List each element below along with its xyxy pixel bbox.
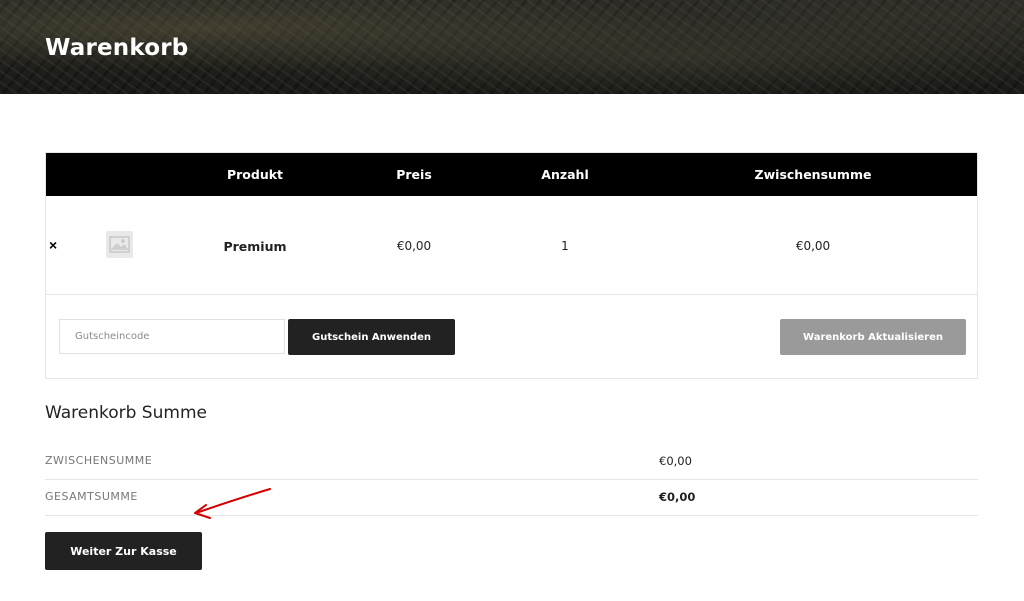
image-placeholder-icon (109, 236, 130, 253)
cart-actions: Gutschein Anwenden Warenkorb Aktualisier… (46, 295, 977, 380)
cart-item-row: × Premium €0,00 1 €0,00 (46, 196, 977, 295)
product-subtotal: €0,00 (795, 239, 831, 253)
proceed-to-checkout-button[interactable]: Weiter Zur Kasse (45, 532, 202, 570)
subtotal-label: ZWISCHENSUMME (45, 454, 153, 467)
column-header-product: Produkt (226, 167, 284, 182)
total-value: €0,00 (659, 490, 696, 504)
total-label: GESAMTSUMME (45, 490, 138, 503)
page-header-banner: Warenkorb (0, 0, 1024, 94)
product-price: €0,00 (396, 239, 432, 253)
remove-item-icon[interactable]: × (49, 238, 57, 252)
cart-totals-title: Warenkorb Summe (45, 403, 207, 423)
cart-table: Produkt Preis Anzahl Zwischensumme × Pre… (45, 152, 978, 379)
update-cart-button[interactable]: Warenkorb Aktualisieren (780, 319, 966, 355)
product-quantity[interactable]: 1 (561, 239, 569, 253)
column-header-price: Preis (396, 167, 432, 182)
apply-coupon-button[interactable]: Gutschein Anwenden (288, 319, 455, 355)
red-arrow-annotation (194, 488, 271, 519)
totals-row-subtotal: ZWISCHENSUMME €0,00 (45, 443, 978, 480)
column-header-subtotal: Zwischensumme (754, 167, 872, 182)
column-header-quantity: Anzahl (541, 167, 589, 182)
product-thumbnail[interactable] (106, 231, 133, 258)
page-title: Warenkorb (45, 35, 189, 61)
cart-table-header: Produkt Preis Anzahl Zwischensumme (46, 153, 977, 196)
subtotal-value: €0,00 (659, 454, 692, 468)
coupon-code-input[interactable] (59, 319, 285, 354)
product-name-link[interactable]: Premium (223, 239, 286, 254)
totals-row-total: GESAMTSUMME €0,00 (45, 479, 978, 516)
